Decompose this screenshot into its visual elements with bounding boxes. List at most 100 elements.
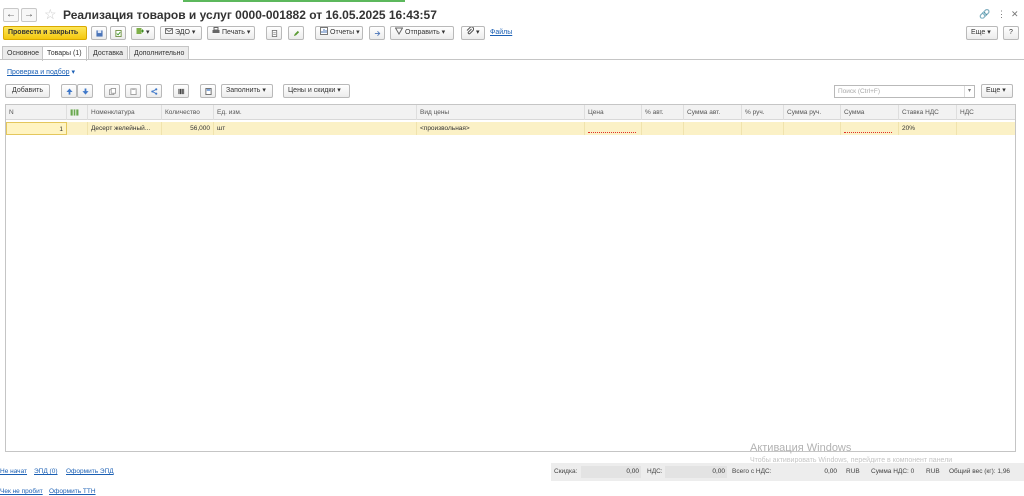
copy-icon: [109, 88, 116, 95]
edit-icon: [293, 30, 300, 37]
save-button[interactable]: [91, 26, 107, 40]
attach-button[interactable]: ▾: [461, 26, 485, 40]
cell-price[interactable]: [585, 122, 642, 135]
reports-button[interactable]: Отчеты ▾: [315, 26, 363, 40]
back-button[interactable]: ←: [3, 8, 19, 22]
arrow-up-icon: [66, 88, 73, 95]
page-title: Реализация товаров и услуг 0000-001882 о…: [63, 8, 437, 22]
currency-label-1: RUB: [846, 468, 860, 475]
tab-additional[interactable]: Дополнительно: [129, 46, 190, 60]
close-icon[interactable]: ✕: [1011, 9, 1019, 20]
edo-button[interactable]: ЭДО ▾: [160, 26, 202, 40]
col-price[interactable]: Цена: [585, 105, 642, 120]
total-weight-label: Общий вес (кг): 1,96: [949, 468, 1011, 475]
col-auto-sum[interactable]: Сумма авт.: [684, 105, 742, 120]
copy-row-button[interactable]: [104, 84, 120, 98]
table-row[interactable]: 1 Десерт желейный... 56,000 шт <произвол…: [6, 122, 1015, 135]
calculator-icon: [205, 88, 212, 95]
create-based-icon: [136, 28, 144, 34]
paste-button[interactable]: [125, 84, 141, 98]
post-button[interactable]: [110, 26, 126, 40]
more-button[interactable]: Еще ▾: [966, 26, 998, 40]
files-link[interactable]: Файлы: [490, 29, 512, 36]
status-not-started-link[interactable]: Не начат: [0, 468, 27, 475]
col-quantity[interactable]: Количество: [162, 105, 214, 120]
move-down-button[interactable]: [77, 84, 93, 98]
search-dropdown-icon[interactable]: ▾: [964, 86, 974, 97]
cell-sum[interactable]: [841, 122, 899, 135]
col-price-type[interactable]: Вид цены: [417, 105, 585, 120]
col-manual-pct[interactable]: % руч.: [742, 105, 784, 120]
make-ttn-link[interactable]: Оформить ТТН: [49, 488, 96, 495]
print-button[interactable]: Печать ▾: [207, 26, 255, 40]
receipt-not-printed-link[interactable]: Чек не пробит: [0, 488, 43, 495]
make-epd-link[interactable]: Оформить ЭПД: [66, 468, 114, 475]
more-vertical-icon[interactable]: ⋮: [997, 9, 1006, 20]
col-nomenclature[interactable]: Номенклатура: [88, 105, 162, 120]
col-auto-pct[interactable]: % авт.: [642, 105, 684, 120]
document-icon: [271, 30, 278, 37]
cell-auto-pct[interactable]: [642, 122, 684, 135]
vat-label: НДС:: [647, 468, 663, 475]
columns-icon: [70, 109, 79, 116]
forward-button[interactable]: →: [21, 8, 37, 22]
more-label: Еще: [971, 29, 986, 36]
title-bar: ← → ☆ Реализация товаров и услуг 0000-00…: [0, 4, 1024, 26]
search-input[interactable]: Поиск (Ctrl+F) ▾: [834, 85, 975, 98]
goods-table[interactable]: N Номенклатура Количество Ед. изм. Вид ц…: [5, 104, 1016, 452]
cell-unit[interactable]: шт: [214, 122, 417, 135]
cell-quantity[interactable]: 56,000: [162, 122, 214, 135]
epd-link[interactable]: ЭПД (0): [34, 468, 58, 475]
search-placeholder: Поиск (Ctrl+F): [838, 88, 881, 95]
create-based-on-button[interactable]: ▾: [131, 26, 155, 40]
post-and-close-button[interactable]: Провести и закрыть: [3, 26, 87, 40]
cell-manual-sum[interactable]: [784, 122, 841, 135]
add-button[interactable]: Добавить: [5, 84, 50, 98]
favorite-star-icon[interactable]: ☆: [44, 6, 57, 22]
cell-price-type[interactable]: <произвольная>: [417, 122, 585, 135]
reports-icon: [320, 27, 328, 35]
col-n[interactable]: N: [6, 105, 67, 120]
share-button[interactable]: [146, 84, 162, 98]
active-window-indicator: [183, 0, 405, 2]
send-button[interactable]: Отправить ▾: [390, 26, 454, 40]
cell-auto-sum[interactable]: [684, 122, 742, 135]
edit-button[interactable]: [288, 26, 304, 40]
fill-button[interactable]: Заполнить ▾: [221, 84, 273, 98]
vat-sum-label: Сумма НДС: 0: [871, 468, 915, 475]
col-manual-sum[interactable]: Сумма руч.: [784, 105, 841, 120]
cell-picture[interactable]: [67, 122, 88, 135]
send-label: Отправить: [405, 29, 440, 36]
cell-vat-rate[interactable]: 20%: [899, 122, 957, 135]
clipboard-icon: [130, 88, 137, 95]
link-icon[interactable]: 🔗: [979, 9, 990, 20]
calculator-button[interactable]: [200, 84, 216, 98]
windows-activation-title: Активация Windows: [750, 442, 852, 454]
col-unit[interactable]: Ед. изм.: [214, 105, 417, 120]
cell-nomenclature[interactable]: Десерт желейный...: [88, 122, 162, 135]
cell-manual-pct[interactable]: [742, 122, 784, 135]
forward-doc-button[interactable]: [369, 26, 385, 40]
move-up-button[interactable]: [61, 84, 77, 98]
help-button[interactable]: ?: [1003, 26, 1019, 40]
cell-n[interactable]: 1: [6, 122, 67, 135]
tab-main[interactable]: Основное: [2, 46, 45, 60]
paperclip-icon: [466, 27, 474, 35]
col-vat[interactable]: НДС: [957, 105, 1017, 120]
required-field-marker: [844, 132, 892, 133]
vat-value: 0,00: [665, 466, 727, 478]
prices-discounts-button[interactable]: Цены и скидки ▾: [283, 84, 350, 98]
table-more-button[interactable]: Еще ▾: [981, 84, 1013, 98]
tab-delivery[interactable]: Доставка: [88, 46, 129, 60]
barcode-button[interactable]: [173, 84, 189, 98]
fill-label: Заполнить: [226, 87, 261, 94]
cell-vat[interactable]: [957, 122, 1017, 135]
barcode-icon: [178, 88, 185, 95]
col-picture[interactable]: [67, 105, 88, 120]
col-sum[interactable]: Сумма: [841, 105, 899, 120]
col-vat-rate[interactable]: Ставка НДС: [899, 105, 957, 120]
top-stripe: [0, 0, 1024, 3]
check-and-select-link[interactable]: Проверка и подбор ▾: [7, 68, 75, 76]
table-header: N Номенклатура Количество Ед. изм. Вид ц…: [6, 105, 1015, 120]
document-structure-button[interactable]: [266, 26, 282, 40]
